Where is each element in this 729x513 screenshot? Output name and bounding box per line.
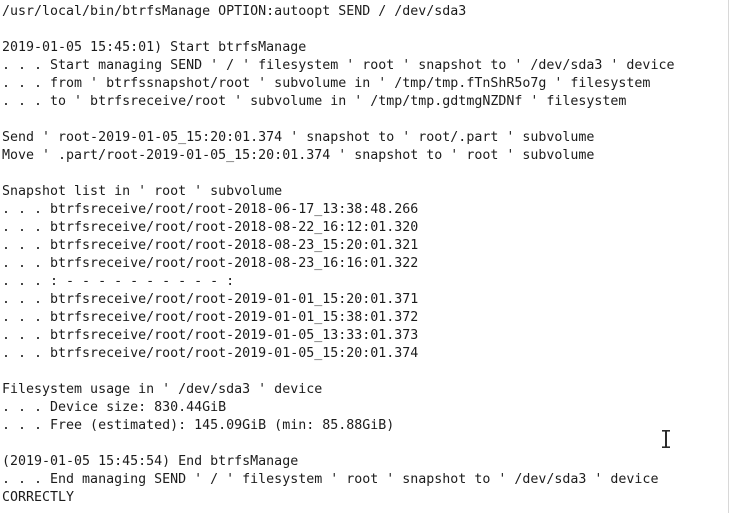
terminal-line: . . . End managing SEND ' / ' filesystem… [2,472,659,487]
terminal-line: . . . btrfsreceive/root/root-2018-06-17_… [2,202,419,217]
terminal-window[interactable]: /usr/local/bin/btrfsManage OPTION:autoop… [0,0,729,513]
terminal-line: . . . btrfsreceive/root/root-2018-08-22_… [2,220,419,235]
terminal-line: . . . btrfsreceive/root/root-2019-01-01_… [2,310,419,325]
terminal-line: . . . btrfsreceive/root/root-2018-08-23_… [2,256,419,271]
terminal-output-text[interactable]: /usr/local/bin/btrfsManage OPTION:autoop… [2,3,727,507]
terminal-line: (2019-01-05 15:45:54) End btrfsManage [2,454,299,469]
terminal-line: . . . : - - - - - - - - - - : [2,274,235,289]
terminal-line: CORRECTLY [2,490,75,505]
terminal-line: Send ' root-2019-01-05_15:20:01.374 ' sn… [2,130,595,145]
terminal-line: . . . Device size: 830.44GiB [2,400,227,415]
terminal-line: . . . to ' btrfsreceive/root ' subvolume… [2,94,627,109]
terminal-line: Filesystem usage in ' /dev/sda3 ' device [2,382,323,397]
terminal-line: Snapshot list in ' root ' subvolume [2,184,283,199]
terminal-line: . . . btrfsreceive/root/root-2019-01-05_… [2,328,419,343]
terminal-line: . . . from ' btrfssnapshot/root ' subvol… [2,76,651,91]
terminal-line: /usr/local/bin/btrfsManage OPTION:autoop… [2,4,467,19]
terminal-line: . . . btrfsreceive/root/root-2019-01-05_… [2,346,419,361]
terminal-line: . . . Free (estimated): 145.09GiB (min: … [2,418,395,433]
terminal-line: 2019-01-05 15:45:01) Start btrfsManage [2,40,307,55]
terminal-line: Move ' .part/root-2019-01-05_15:20:01.37… [2,148,595,163]
terminal-line: . . . btrfsreceive/root/root-2019-01-01_… [2,292,419,307]
terminal-line: . . . Start managing SEND ' / ' filesyst… [2,58,675,73]
terminal-line: . . . btrfsreceive/root/root-2018-08-23_… [2,238,419,253]
